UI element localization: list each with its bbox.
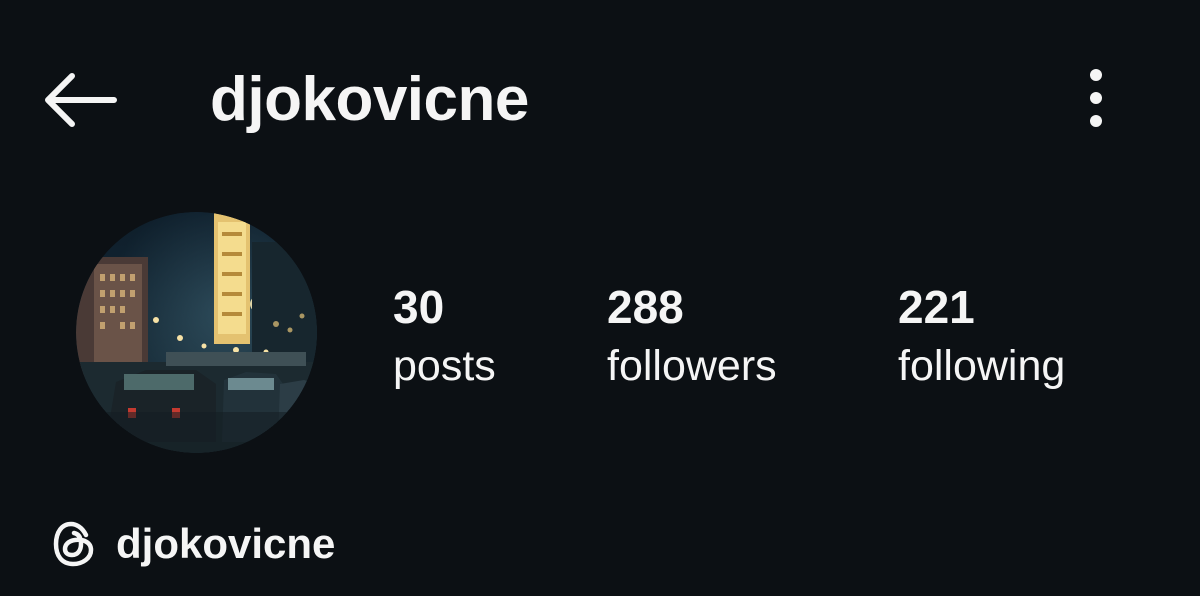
threads-handle: djokovicne	[116, 520, 336, 567]
followers-count[interactable]: 288 followers	[607, 278, 777, 396]
threads-profile-link[interactable]: djokovicne	[52, 512, 335, 576]
profile-photo	[76, 212, 317, 453]
following-label: following	[898, 342, 1066, 390]
followers-label: followers	[607, 342, 777, 390]
profile-screen: djokovicne 30 posts 288 followers 221 fo…	[0, 0, 1200, 596]
followers-number: 288	[607, 281, 684, 333]
following-number: 221	[898, 281, 975, 333]
posts-count[interactable]: 30 posts	[393, 278, 496, 396]
following-count[interactable]: 221 following	[898, 278, 1065, 396]
top-bar: djokovicne	[0, 0, 1200, 200]
more-options-button[interactable]	[1070, 66, 1122, 130]
posts-label: posts	[393, 342, 496, 390]
more-vertical-icon	[1090, 69, 1102, 127]
avatar[interactable]	[76, 212, 317, 453]
arrow-left-icon	[45, 73, 117, 127]
threads-icon	[52, 519, 102, 569]
profile-username-title: djokovicne	[210, 65, 529, 134]
back-button[interactable]	[30, 60, 126, 140]
posts-number: 30	[393, 281, 445, 333]
